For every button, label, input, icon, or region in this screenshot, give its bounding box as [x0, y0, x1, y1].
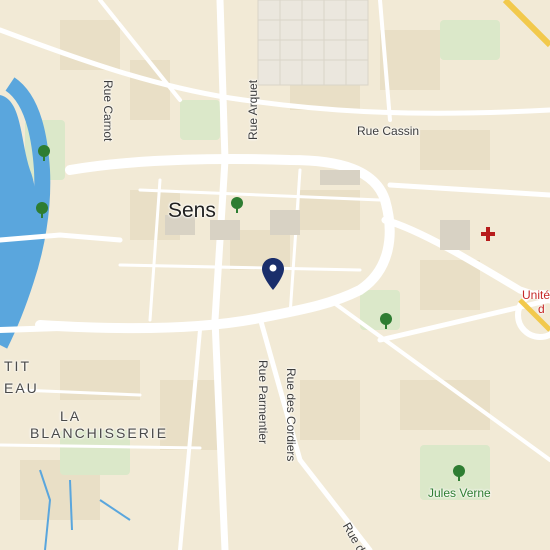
park-tree-icon[interactable]	[35, 202, 49, 218]
park-tree-icon[interactable]	[230, 197, 244, 213]
street-label-rue-carnot: Rue Carnot	[101, 80, 115, 142]
district-label-petit-line2: EAU	[4, 380, 39, 396]
street-label-rue-des-cordiers: Rue des Cordiers	[284, 368, 298, 462]
hospital-cross-icon[interactable]	[480, 226, 496, 242]
park-tree-icon[interactable]	[379, 313, 393, 329]
park-tree-icon[interactable]	[452, 465, 466, 481]
place-label-jules-verne: Jules Verne	[428, 486, 491, 500]
street-label-rue-cassin: Rue Cassin	[357, 124, 420, 138]
street-label-rue-parmentier: Rue Parmentier	[256, 360, 270, 445]
park-tree-icon[interactable]	[37, 145, 51, 161]
place-label-unite-line2: d	[538, 302, 545, 316]
street-label-rue-arquet: Rue Arquet	[246, 79, 260, 140]
place-label-unite-line1: Unité	[522, 288, 550, 302]
district-label-blanchisserie-line1: LA	[60, 408, 82, 424]
grid-block	[257, 0, 369, 86]
city-label: Sens	[168, 199, 216, 222]
district-label-blanchisserie-line2: BLANCHISSERIE	[30, 425, 169, 441]
location-pin-icon[interactable]	[261, 257, 285, 291]
map-canvas[interactable]: Sens Rue Carnot Rue Arquet Rue Cassin Ru…	[0, 0, 550, 550]
district-label-petit-line1: TIT	[4, 358, 31, 374]
